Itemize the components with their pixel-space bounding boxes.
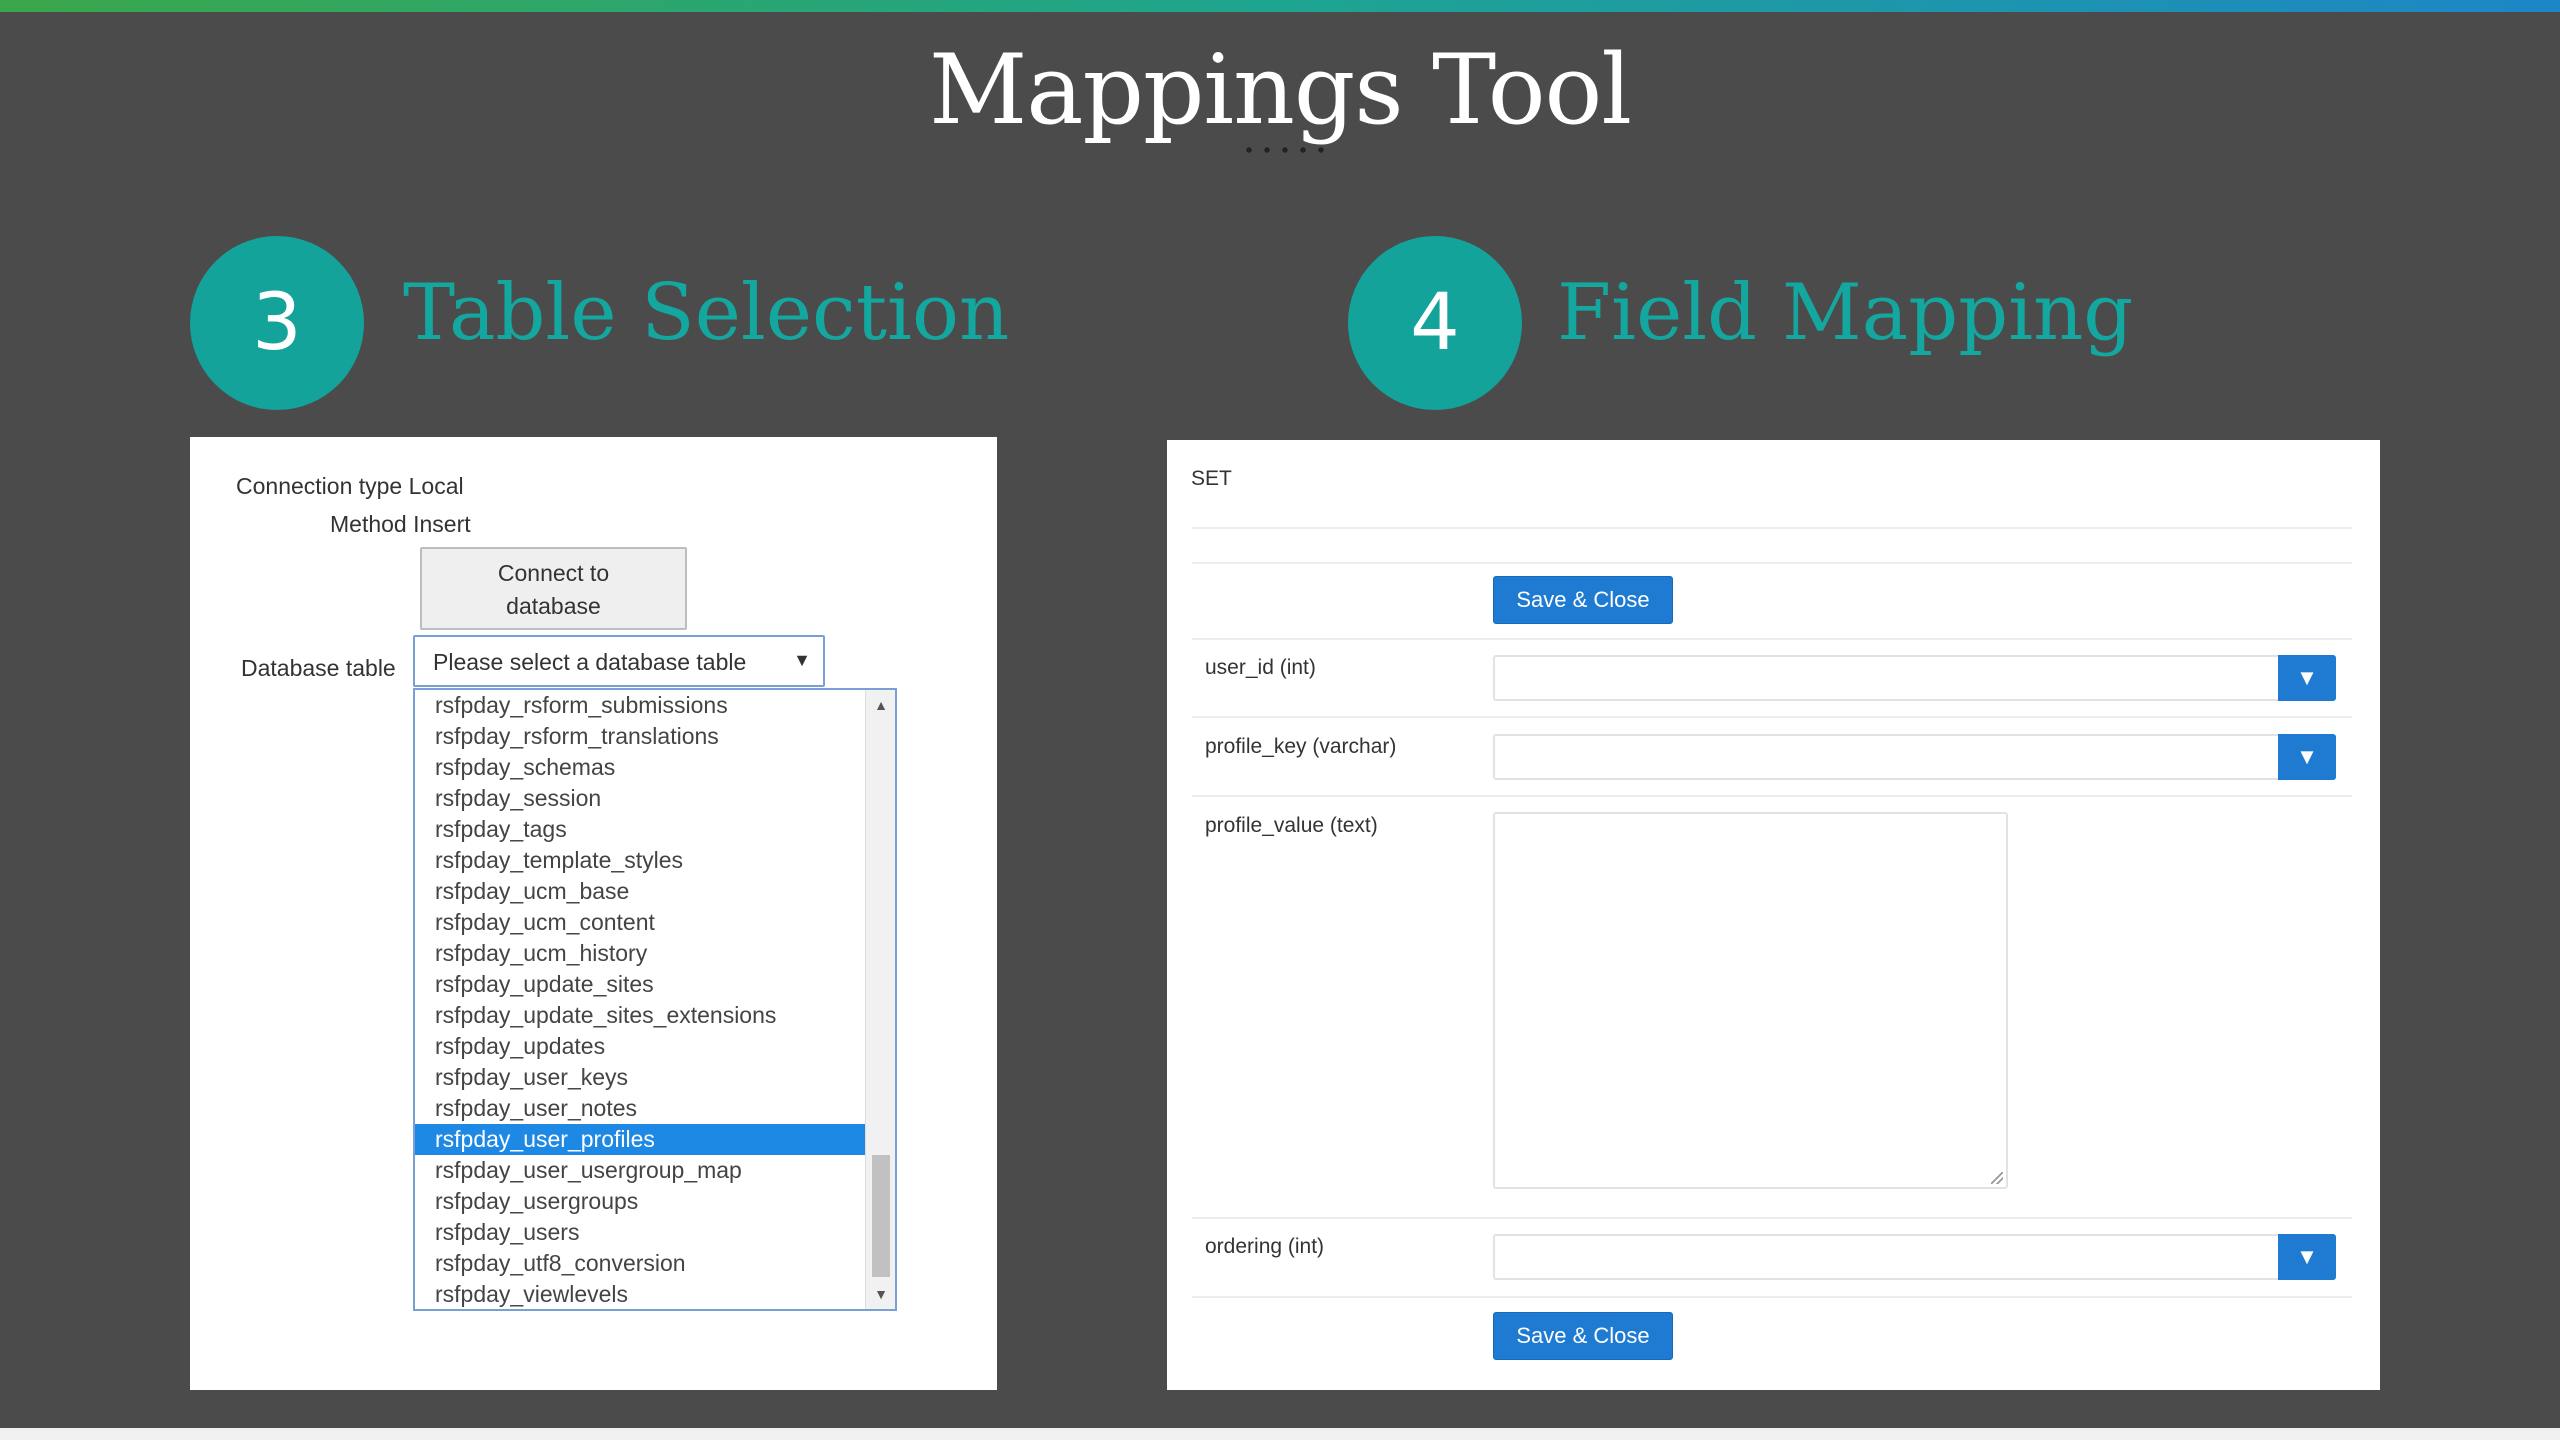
- list-item[interactable]: rsfpday_ucm_content: [415, 907, 865, 938]
- user-id-mapping-select[interactable]: ▼: [1493, 655, 2336, 701]
- step-3-badge: 3: [190, 236, 364, 410]
- list-item[interactable]: rsfpday_viewlevels: [415, 1279, 865, 1309]
- save-close-button-top[interactable]: Save & Close: [1493, 576, 1673, 624]
- list-item[interactable]: rsfpday_session: [415, 783, 865, 814]
- divider: [1192, 795, 2352, 797]
- connection-type-text: Connection type Local: [236, 473, 464, 499]
- top-accent-bar: [0, 0, 2560, 12]
- scroll-up-arrow-icon[interactable]: ▲: [866, 692, 895, 718]
- resize-handle-icon[interactable]: [1991, 1172, 2003, 1184]
- list-item[interactable]: rsfpday_update_sites: [415, 969, 865, 1000]
- dropdown-arrow-icon[interactable]: ▼: [2278, 1234, 2336, 1280]
- profile-key-mapping-select[interactable]: ▼: [1493, 734, 2336, 780]
- profile-value-textarea[interactable]: [1493, 812, 2008, 1189]
- list-item[interactable]: rsfpday_user_profiles: [415, 1124, 865, 1155]
- database-table-select[interactable]: Please select a database table ▼: [413, 635, 825, 687]
- database-table-listbox[interactable]: rsfpday_rsform_submissions rsfpday_rsform…: [413, 688, 897, 1311]
- list-item[interactable]: rsfpday_utf8_conversion: [415, 1248, 865, 1279]
- list-item[interactable]: rsfpday_rsform_submissions: [415, 690, 865, 721]
- list-item[interactable]: rsfpday_schemas: [415, 752, 865, 783]
- list-item[interactable]: rsfpday_updates: [415, 1031, 865, 1062]
- field-label-profile-value: profile_value (text): [1205, 814, 1378, 837]
- divider: [1192, 1296, 2352, 1298]
- database-table-select-value: Please select a database table: [433, 649, 747, 675]
- listbox-items: rsfpday_rsform_submissions rsfpday_rsform…: [415, 690, 865, 1309]
- ordering-mapping-select[interactable]: ▼: [1493, 1234, 2336, 1280]
- set-section-label: SET: [1191, 467, 1232, 490]
- divider: [1192, 716, 2352, 718]
- divider: [1192, 562, 2352, 564]
- slide-title: Mappings Tool: [928, 34, 1632, 146]
- database-table-label: Database table: [241, 655, 396, 681]
- list-item[interactable]: rsfpday_ucm_base: [415, 876, 865, 907]
- list-item[interactable]: rsfpday_user_keys: [415, 1062, 865, 1093]
- list-item[interactable]: rsfpday_usergroups: [415, 1186, 865, 1217]
- field-label-ordering: ordering (int): [1205, 1235, 1325, 1258]
- connect-button-line1: Connect to: [497, 560, 610, 586]
- step-3-title: Table Selection: [403, 268, 1010, 358]
- bottom-strip: [0, 1428, 2560, 1440]
- field-label-profile-key: profile_key (varchar): [1205, 735, 1397, 758]
- divider: [1192, 638, 2352, 640]
- divider: [1192, 527, 2352, 529]
- list-item[interactable]: rsfpday_users: [415, 1217, 865, 1248]
- dropdown-arrow-icon[interactable]: ▼: [2278, 734, 2336, 780]
- list-item[interactable]: rsfpday_ucm_history: [415, 938, 865, 969]
- chevron-down-icon: ▼: [793, 650, 811, 670]
- method-text: Method Insert: [330, 511, 471, 537]
- list-item[interactable]: rsfpday_rsform_translations: [415, 721, 865, 752]
- title-dots: [1240, 146, 1330, 154]
- divider: [1192, 1217, 2352, 1219]
- scroll-down-arrow-icon[interactable]: ▼: [866, 1281, 895, 1307]
- list-item[interactable]: rsfpday_tags: [415, 814, 865, 845]
- step-4-title: Field Mapping: [1557, 268, 2134, 358]
- list-item[interactable]: rsfpday_user_usergroup_map: [415, 1155, 865, 1186]
- scroll-thumb[interactable]: [872, 1155, 890, 1277]
- save-close-button-bottom[interactable]: Save & Close: [1493, 1312, 1673, 1360]
- connect-button-line2: database: [506, 593, 601, 619]
- list-item[interactable]: rsfpday_user_notes: [415, 1093, 865, 1124]
- list-item[interactable]: rsfpday_template_styles: [415, 845, 865, 876]
- dropdown-arrow-icon[interactable]: ▼: [2278, 655, 2336, 701]
- step-4-badge: 4: [1348, 236, 1522, 410]
- connect-to-database-button[interactable]: Connect to database: [420, 547, 687, 630]
- field-label-user-id: user_id (int): [1205, 656, 1316, 679]
- listbox-scrollbar[interactable]: ▲ ▼: [865, 690, 895, 1309]
- list-item[interactable]: rsfpday_update_sites_extensions: [415, 1000, 865, 1031]
